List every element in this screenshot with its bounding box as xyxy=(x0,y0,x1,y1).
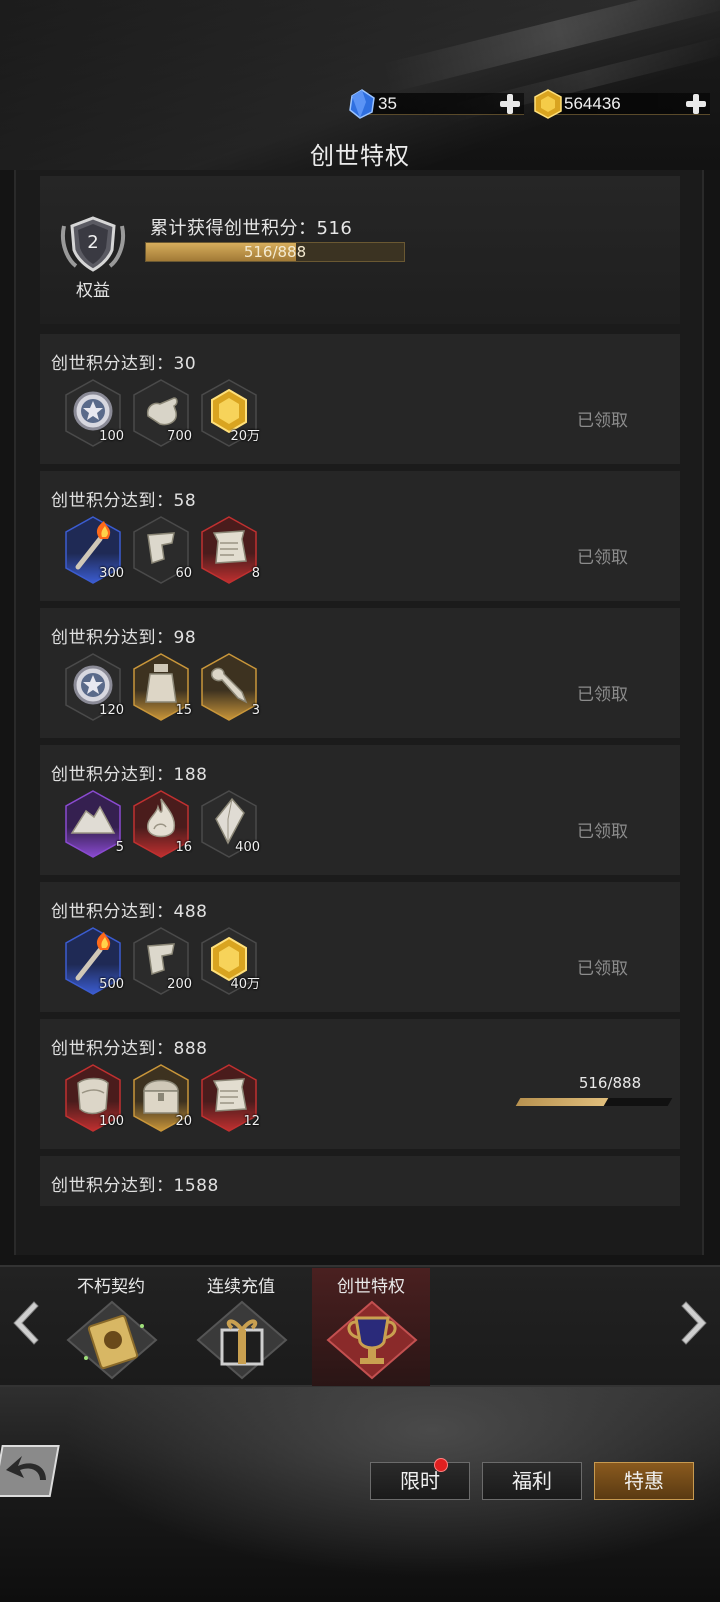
reward-quantity: 400 xyxy=(235,840,260,855)
scroll-icon xyxy=(201,516,257,584)
badge-label: 权益 xyxy=(76,281,110,301)
reward-item[interactable]: 120 xyxy=(62,652,124,722)
reward-list[interactable]: 创世积分达到：30 100 700 20万 已领取 创世积分达到：58 300 60 8 已领取创… xyxy=(40,334,680,1206)
gold-count: 564436 xyxy=(564,94,621,113)
reward-item[interactable]: 200 xyxy=(130,926,192,996)
ore-pile-icon xyxy=(65,790,121,858)
reward-quantity: 12 xyxy=(243,1114,260,1129)
reward-item[interactable]: 3 xyxy=(198,652,260,722)
reward-tier-row: 创世积分达到：1588 xyxy=(40,1156,680,1206)
reward-tier-row: 创世积分达到：888 100 20 12 516/888 xyxy=(40,1019,680,1149)
reward-quantity: 8 xyxy=(251,566,260,581)
reward-item[interactable]: 500 xyxy=(62,926,124,996)
tier-threshold-label: 创世积分达到：488 xyxy=(51,902,208,922)
reward-quantity: 20 xyxy=(175,1114,192,1129)
gem-count: 35 xyxy=(378,94,397,113)
add-gold-button[interactable] xyxy=(682,90,710,118)
tier-threshold-label: 创世积分达到：30 xyxy=(51,354,197,374)
tier-progress-bar xyxy=(515,1098,673,1106)
reward-item[interactable]: 40万 xyxy=(198,926,260,996)
tier-progress-text: 516/888 xyxy=(578,1074,642,1092)
tier-threshold-label: 创世积分达到：188 xyxy=(51,765,208,785)
reward-item[interactable]: 5 xyxy=(62,789,124,859)
reward-item[interactable]: 60 xyxy=(130,515,192,585)
reward-item[interactable]: 16 xyxy=(130,789,192,859)
reward-tier-row: 创世积分达到：58 300 60 8 已领取 xyxy=(40,471,680,601)
total-points-label: 累计获得创世积分：516 xyxy=(150,218,353,239)
tier-threshold-label: 创世积分达到：58 xyxy=(51,491,197,511)
reward-tier-row: 创世积分达到：30 100 700 20万 已领取 xyxy=(40,334,680,464)
tab-immortal-contract[interactable]: 不朽契约 xyxy=(52,1268,170,1386)
reward-quantity: 5 xyxy=(115,840,124,855)
reward-quantity: 300 xyxy=(99,566,124,581)
gold-currency: 564436 xyxy=(532,89,712,119)
reward-item[interactable]: 100 xyxy=(62,1063,124,1133)
arrow-right-icon[interactable] xyxy=(678,1300,712,1346)
special-offer-button[interactable]: 特惠 xyxy=(594,1462,694,1500)
tier-progress-fill xyxy=(515,1098,609,1106)
arrow-left-icon[interactable] xyxy=(8,1300,42,1346)
reward-quantity: 700 xyxy=(167,429,192,444)
reward-tier-row: 创世积分达到：488 500 200 40万 已领取 xyxy=(40,882,680,1012)
tier-threshold-label: 创世积分达到：888 xyxy=(51,1039,208,1059)
tier-threshold-label: 创世积分达到：98 xyxy=(51,628,197,648)
claimed-status: 已领取 xyxy=(577,959,628,979)
reward-item[interactable]: 12 xyxy=(198,1063,260,1133)
reward-quantity: 20万 xyxy=(230,429,260,444)
page-title: 创世特权 xyxy=(310,142,410,170)
reward-quantity: 120 xyxy=(99,703,124,718)
claimed-status: 已领取 xyxy=(577,685,628,705)
limited-time-button[interactable]: 限时 xyxy=(370,1462,470,1500)
reward-quantity: 60 xyxy=(175,566,192,581)
reward-quantity: 100 xyxy=(99,1114,124,1129)
total-progress-bar: 516/888 xyxy=(145,242,405,262)
key-icon xyxy=(201,653,257,721)
reward-item[interactable]: 400 xyxy=(198,789,260,859)
claimed-status: 已领取 xyxy=(577,822,628,842)
trophy-icon xyxy=(326,1300,418,1380)
reward-quantity: 500 xyxy=(99,977,124,992)
reward-quantity: 15 xyxy=(175,703,192,718)
add-gem-button[interactable] xyxy=(496,90,524,118)
reward-quantity: 100 xyxy=(99,429,124,444)
reward-item[interactable]: 20 xyxy=(130,1063,192,1133)
blue-crystal-icon xyxy=(349,89,375,119)
reward-item[interactable]: 300 xyxy=(62,515,124,585)
reward-item[interactable]: 700 xyxy=(130,378,192,448)
reward-quantity: 16 xyxy=(175,840,192,855)
reward-item[interactable]: 20万 xyxy=(198,378,260,448)
notification-dot xyxy=(434,1458,448,1472)
badge-level: 2 xyxy=(87,232,99,253)
reward-tier-row: 创世积分达到：98 120 15 3 已领取 xyxy=(40,608,680,738)
reward-quantity: 40万 xyxy=(230,977,260,992)
back-arrow-icon[interactable] xyxy=(0,1438,66,1504)
total-progress-text: 516/888 xyxy=(243,243,307,261)
reward-quantity: 200 xyxy=(167,977,192,992)
gem-currency: 35 xyxy=(346,89,526,119)
reward-item[interactable]: 8 xyxy=(198,515,260,585)
reward-item[interactable]: 15 xyxy=(130,652,192,722)
tab-continuous-recharge[interactable]: 连续充值 xyxy=(182,1268,300,1386)
gold-crystal-icon xyxy=(534,89,562,119)
claimed-status: 已领取 xyxy=(577,411,628,431)
reward-item[interactable]: 100 xyxy=(62,378,124,448)
gift-box-icon xyxy=(196,1300,288,1380)
tab-genesis-privilege[interactable]: 创世特权 xyxy=(312,1268,430,1386)
claimed-status: 已领取 xyxy=(577,548,628,568)
contract-scroll-icon xyxy=(66,1300,158,1380)
tier-threshold-label: 创世积分达到：1588 xyxy=(51,1176,219,1196)
welfare-button[interactable]: 福利 xyxy=(482,1462,582,1500)
reward-tier-row: 创世积分达到：188 5 16 400 已领取 xyxy=(40,745,680,875)
reward-quantity: 3 xyxy=(251,703,260,718)
